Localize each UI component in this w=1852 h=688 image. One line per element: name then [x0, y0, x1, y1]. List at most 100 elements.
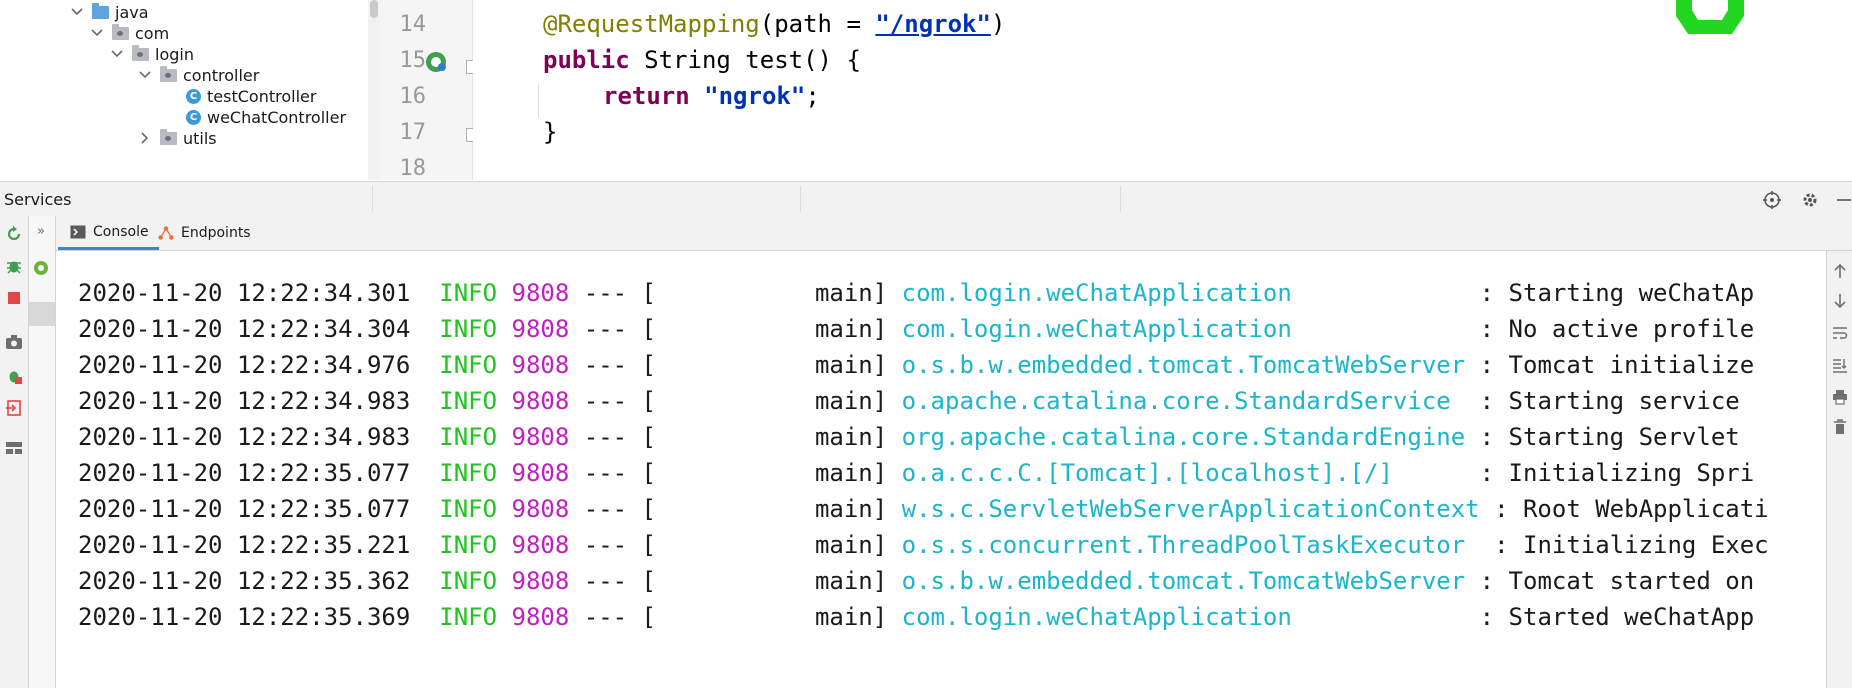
chevron-down-icon[interactable]	[110, 47, 124, 61]
target-icon[interactable]	[1762, 190, 1782, 210]
log-level: INFO	[439, 603, 498, 631]
code-editor[interactable]: @RequestMapping(path = "/ngrok") public …	[473, 0, 1852, 180]
log-level: INFO	[439, 495, 498, 523]
minimize-icon[interactable]	[1834, 190, 1852, 210]
chevron-down-icon[interactable]	[138, 68, 152, 82]
tree-item-label: weChatController	[207, 107, 347, 127]
log-line: 2020-11-20 12:22:34.983 INFO 9808 --- [ …	[78, 387, 1740, 423]
header-divider	[1120, 186, 1121, 212]
log-separator: --- [	[569, 567, 656, 595]
exit-icon[interactable]	[4, 398, 24, 418]
log-line: 2020-11-20 12:22:35.221 INFO 9808 --- [ …	[78, 531, 1769, 567]
header-divider	[372, 186, 373, 212]
console-icon	[70, 225, 86, 239]
trash-icon[interactable]	[1832, 419, 1848, 435]
log-level: INFO	[439, 315, 498, 343]
scroll-down-icon[interactable]	[1832, 293, 1848, 309]
chevron-down-icon[interactable]	[70, 5, 84, 19]
code-text: ;	[805, 82, 820, 110]
log-message: : Starting service	[1479, 387, 1740, 415]
log-level: INFO	[439, 423, 498, 451]
annotation: @RequestMapping	[543, 10, 760, 38]
layout-icon[interactable]	[4, 438, 24, 458]
log-line: 2020-11-20 12:22:34.976 INFO 9808 --- [ …	[78, 351, 1754, 387]
spring-boot-icon[interactable]	[31, 258, 51, 278]
log-separator: --- [	[569, 603, 656, 631]
tree-item-label: testController	[207, 86, 317, 106]
log-logger: o.apache.catalina.core.StandardService	[901, 387, 1451, 415]
chevron-down-icon[interactable]	[90, 26, 104, 40]
chevron-right-icon[interactable]	[138, 131, 152, 145]
log-level: INFO	[439, 279, 498, 307]
log-line: 2020-11-20 12:22:35.369 INFO 9808 --- [ …	[78, 603, 1754, 639]
log-thread: main]	[814, 567, 888, 595]
package-icon	[132, 44, 149, 61]
log-pid: 9808	[511, 279, 570, 307]
log-separator: --- [	[569, 315, 656, 343]
tree-scrollbar[interactable]	[368, 0, 380, 180]
deploy-icon[interactable]	[4, 366, 24, 386]
log-pid: 9808	[511, 603, 570, 631]
endpoint-gutter-icon[interactable]	[424, 50, 448, 74]
soft-wrap-icon[interactable]	[1832, 325, 1848, 341]
scrollbar-thumb[interactable]	[370, 0, 378, 18]
log-pid: 9808	[511, 315, 570, 343]
log-timestamp: 2020-11-20 12:22:34.304	[78, 315, 411, 343]
camera-icon[interactable]	[4, 332, 24, 352]
tab-endpoints[interactable]: Endpoints	[146, 216, 261, 250]
code-line-15: public String test() {	[543, 46, 861, 74]
print-icon[interactable]	[1832, 389, 1848, 405]
log-timestamp: 2020-11-20 12:22:34.976	[78, 351, 411, 379]
log-thread: main]	[814, 603, 888, 631]
log-timestamp: 2020-11-20 12:22:35.221	[78, 531, 411, 559]
selected-service-row[interactable]	[29, 302, 55, 326]
code-line-14: @RequestMapping(path = "/ngrok")	[543, 10, 1005, 38]
expand-panel-button[interactable]: »	[37, 224, 45, 239]
services-title: Services	[4, 190, 72, 209]
log-pid: 9808	[511, 387, 570, 415]
log-thread: main]	[814, 459, 888, 487]
log-separator: --- [	[569, 387, 656, 415]
log-timestamp: 2020-11-20 12:22:35.077	[78, 459, 411, 487]
code-text: (path =	[759, 10, 876, 38]
tree-item-label: com	[135, 23, 170, 43]
console-output[interactable]: 2020-11-20 12:22:34.301 INFO 9808 --- [ …	[56, 251, 1826, 688]
log-logger: com.login.weChatApplication	[901, 603, 1292, 631]
tab-console[interactable]: Console	[58, 216, 159, 250]
code-text: }	[543, 118, 558, 146]
log-separator: --- [	[569, 351, 656, 379]
log-separator: --- [	[569, 459, 656, 487]
tree-item-label: login	[155, 44, 194, 64]
log-thread: main]	[814, 423, 888, 451]
debug-icon[interactable]	[4, 256, 24, 276]
folder-icon	[92, 2, 109, 19]
tree-item-label: utils	[183, 128, 217, 148]
log-line: 2020-11-20 12:22:35.077 INFO 9808 --- [ …	[78, 459, 1754, 495]
gear-icon[interactable]	[1800, 190, 1820, 210]
log-message: : Tomcat started on	[1479, 567, 1755, 595]
console-right-toolbar	[1826, 251, 1852, 688]
services-tree-panel[interactable]: »	[29, 216, 56, 688]
indent-guide	[538, 84, 539, 118]
log-thread: main]	[814, 351, 888, 379]
log-timestamp: 2020-11-20 12:22:35.369	[78, 603, 411, 631]
endpoints-icon	[158, 226, 174, 240]
tree-item-label: controller	[183, 65, 260, 85]
tree-item-utils[interactable]: utils	[138, 126, 217, 150]
scroll-up-icon[interactable]	[1832, 263, 1848, 279]
package-icon	[160, 128, 177, 145]
services-left-toolbar	[0, 216, 29, 688]
tab-label: Console	[93, 223, 149, 240]
code-line-17: }	[543, 118, 557, 146]
string-literal: "ngrok"	[704, 82, 806, 110]
decorative-green-shape	[1676, 0, 1744, 34]
log-message: : Started weChatApp	[1479, 603, 1755, 631]
code-text: String test() {	[629, 46, 861, 74]
rerun-icon[interactable]	[4, 224, 24, 244]
line-number: 15	[399, 48, 427, 73]
log-line: 2020-11-20 12:22:34.983 INFO 9808 --- [ …	[78, 423, 1740, 459]
scroll-to-end-icon[interactable]	[1832, 357, 1848, 373]
path-string-link[interactable]: "/ngrok"	[875, 10, 991, 38]
stop-icon[interactable]	[4, 288, 24, 308]
code-line-16: return "ngrok";	[603, 82, 820, 110]
